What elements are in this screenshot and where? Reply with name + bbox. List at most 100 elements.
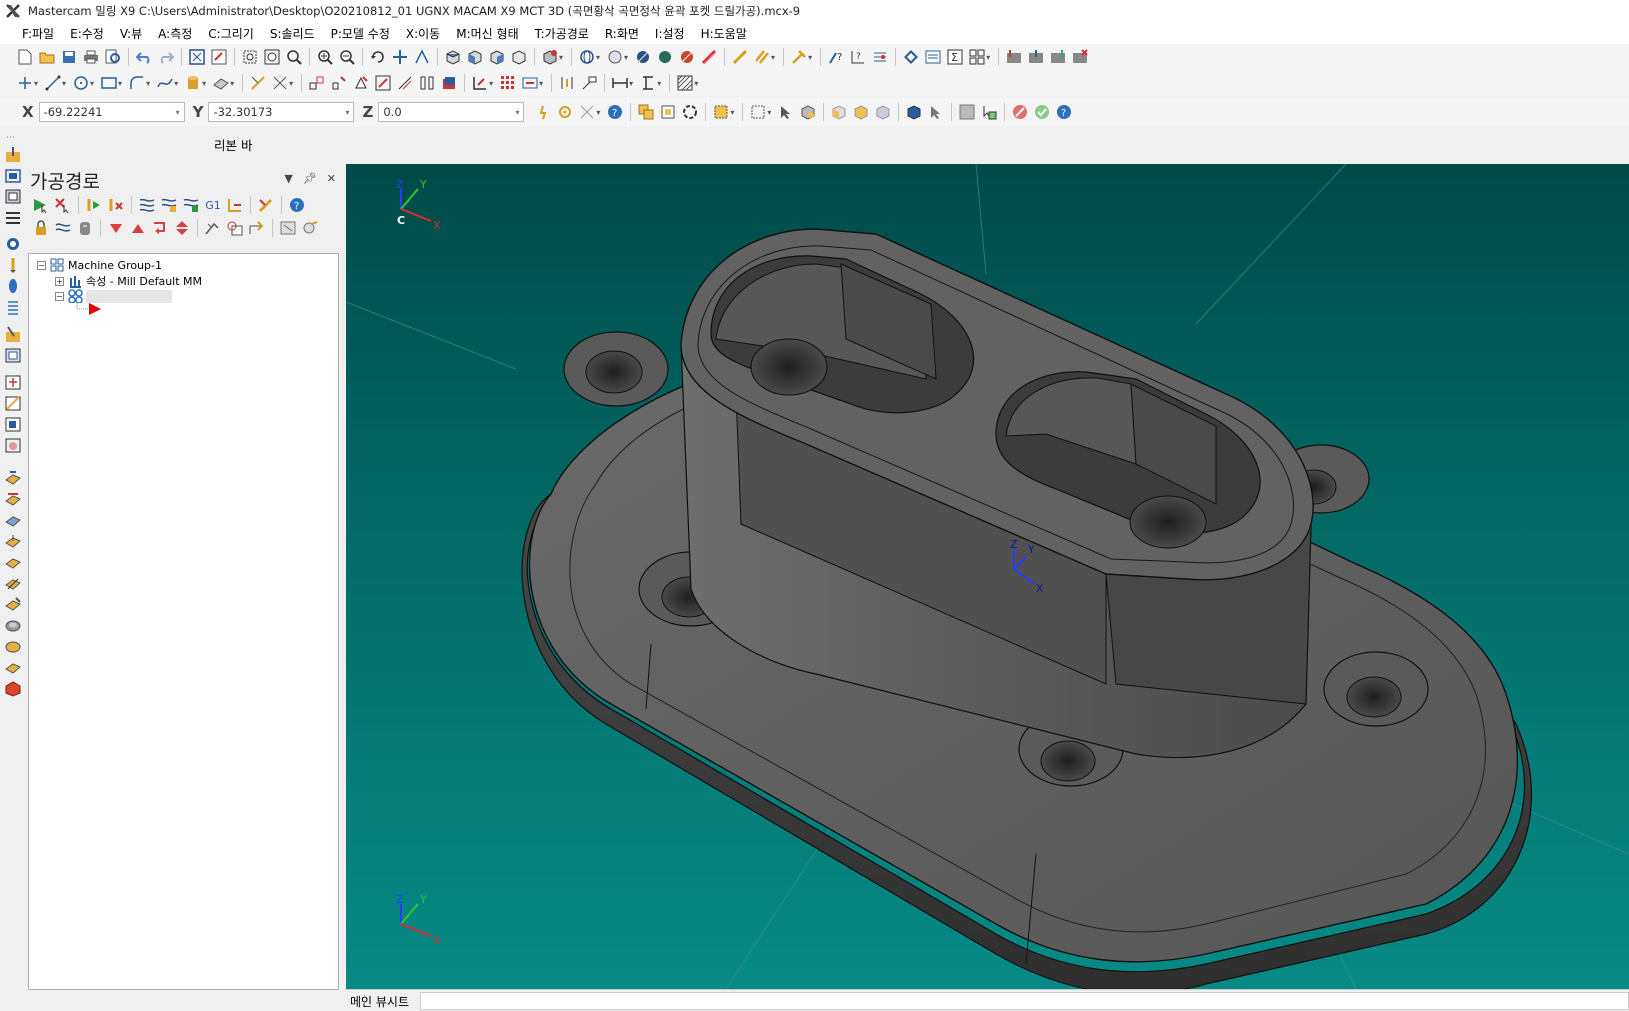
- select-edge-icon[interactable]: [872, 101, 894, 123]
- xform-offset-icon[interactable]: [394, 72, 416, 94]
- translucency-icon[interactable]: [698, 46, 720, 68]
- wcs-globe-icon[interactable]: [576, 46, 598, 68]
- surface-flowline-icon[interactable]: [4, 575, 22, 592]
- menu-solids[interactable]: S:솔리드: [262, 23, 323, 44]
- tree-node-properties[interactable]: + 속성 - Mill Default MM: [55, 273, 202, 289]
- toolpath-verify-icon[interactable]: [1003, 46, 1025, 68]
- show-toolpath-icon[interactable]: [246, 218, 268, 238]
- view-top-icon[interactable]: [442, 46, 464, 68]
- hidden-line-icon[interactable]: [676, 46, 698, 68]
- toolpath-filter-icon[interactable]: [202, 218, 224, 238]
- chevron-down-icon[interactable]: ▾: [808, 53, 812, 62]
- chevron-down-icon[interactable]: ▾: [559, 53, 563, 62]
- analyze-chain-icon[interactable]: [869, 46, 891, 68]
- chevron-down-icon[interactable]: ▾: [730, 108, 734, 117]
- menu-help[interactable]: H:도움말: [693, 23, 755, 44]
- grid-icon[interactable]: [966, 46, 988, 68]
- chevron-down-icon[interactable]: ▾: [624, 53, 628, 62]
- xform-array-icon[interactable]: [497, 72, 519, 94]
- panel-menu-chevron-icon[interactable]: ▼: [284, 172, 292, 185]
- general-selection-icon[interactable]: [679, 101, 701, 123]
- pin-icon[interactable]: 📌︎: [303, 172, 317, 185]
- chevron-down-icon[interactable]: ▾: [202, 79, 206, 88]
- chevron-down-icon[interactable]: ▾: [657, 79, 661, 88]
- menu-model-prep[interactable]: P:모델 수정: [323, 23, 398, 44]
- chevron-down-icon[interactable]: ▾: [174, 79, 178, 88]
- surface-scallop-icon[interactable]: [4, 638, 22, 655]
- horizontal-scrollbar[interactable]: [420, 992, 1629, 1010]
- line-style-icon[interactable]: [729, 46, 751, 68]
- xform-stretch-icon[interactable]: [438, 72, 460, 94]
- redo-icon[interactable]: [155, 46, 177, 68]
- print-icon[interactable]: [80, 46, 102, 68]
- dimension-icon[interactable]: [556, 72, 578, 94]
- menu-toolpaths[interactable]: T:가공경로: [527, 23, 597, 44]
- tree-node-machine-group[interactable]: − Machine Group-1: [37, 258, 162, 272]
- zoom-in-icon[interactable]: [314, 46, 336, 68]
- y-coord-input[interactable]: -32.30173 ▾: [208, 102, 355, 122]
- insert-after-icon[interactable]: [149, 218, 171, 238]
- main-viewsheet-tab[interactable]: 메인 뷰시트: [350, 993, 409, 1010]
- hole-bottom-right[interactable]: [1323, 651, 1429, 727]
- xform-translate-icon[interactable]: [306, 72, 328, 94]
- view-right-icon[interactable]: [486, 46, 508, 68]
- chevron-down-icon[interactable]: ▾: [515, 108, 519, 117]
- tool-manager-icon[interactable]: [299, 218, 321, 238]
- verify-selection-icon[interactable]: [956, 101, 978, 123]
- backplot-icon[interactable]: [136, 195, 158, 215]
- x-coord-input[interactable]: -69.22241 ▾: [38, 102, 185, 122]
- menu-edit[interactable]: E:수정: [62, 23, 112, 44]
- rotate-icon[interactable]: [367, 46, 389, 68]
- circle-icon[interactable]: [70, 72, 92, 94]
- chevron-down-icon[interactable]: ▾: [90, 79, 94, 88]
- move-insert-down-icon[interactable]: [105, 218, 127, 238]
- chevron-down-icon[interactable]: ▾: [146, 79, 150, 88]
- expand-icon[interactable]: +: [55, 276, 64, 286]
- rectangle-icon[interactable]: [98, 72, 120, 94]
- verify-icon[interactable]: [158, 195, 180, 215]
- print-preview-icon[interactable]: [102, 46, 124, 68]
- show-selected-icon[interactable]: [224, 218, 246, 238]
- repaint-icon[interactable]: [208, 46, 230, 68]
- analyze-distance-icon[interactable]: ?: [847, 46, 869, 68]
- end-selection-icon[interactable]: [1031, 101, 1053, 123]
- select-loop-icon[interactable]: [903, 101, 925, 123]
- xform-rotate-icon[interactable]: [350, 72, 372, 94]
- xform-mirror-icon[interactable]: [328, 72, 350, 94]
- select-only-icon[interactable]: [657, 101, 679, 123]
- view-iso-icon[interactable]: [508, 46, 530, 68]
- select-body-icon[interactable]: [850, 101, 872, 123]
- regenerate-all-icon[interactable]: [83, 195, 105, 215]
- analyze-entity-icon[interactable]: ?: [825, 46, 847, 68]
- lock-icon[interactable]: [30, 218, 52, 238]
- panel-help-icon[interactable]: ?: [286, 195, 308, 215]
- multiaxis-icon[interactable]: [4, 491, 22, 508]
- shaded-icon[interactable]: [632, 46, 654, 68]
- move-insert-up-icon[interactable]: [127, 218, 149, 238]
- chevron-down-icon[interactable]: ▾: [34, 79, 38, 88]
- sum-icon[interactable]: Σ: [944, 46, 966, 68]
- menu-machine-type[interactable]: M:머신 형태: [448, 23, 526, 44]
- zoom-window-icon[interactable]: [239, 46, 261, 68]
- properties-icon[interactable]: [922, 46, 944, 68]
- level-manager-icon[interactable]: [900, 46, 922, 68]
- close-icon[interactable]: ✕: [327, 172, 336, 185]
- menu-file[interactable]: F:파일: [14, 23, 62, 44]
- transform-toolpath-icon[interactable]: [4, 416, 22, 433]
- chevron-down-icon[interactable]: ▾: [176, 108, 180, 117]
- select-back-icon[interactable]: [925, 101, 947, 123]
- collapse-icon[interactable]: −: [37, 260, 46, 270]
- surface-blend-icon[interactable]: [4, 659, 22, 676]
- chevron-down-icon[interactable]: ▾: [596, 53, 600, 62]
- chain-mode-icon[interactable]: [710, 101, 732, 123]
- note-icon[interactable]: [578, 72, 600, 94]
- drill-toolpath-icon[interactable]: [4, 167, 22, 184]
- surface-pencil-icon[interactable]: [4, 617, 22, 634]
- open-file-icon[interactable]: [36, 46, 58, 68]
- window-select-icon[interactable]: [747, 101, 769, 123]
- g1-post-button[interactable]: G1: [202, 195, 224, 215]
- toggle-posting-icon[interactable]: [74, 218, 96, 238]
- surface-rough-icon[interactable]: [4, 326, 22, 343]
- chevron-down-icon[interactable]: ▾: [289, 79, 293, 88]
- cylinder-icon[interactable]: [182, 72, 204, 94]
